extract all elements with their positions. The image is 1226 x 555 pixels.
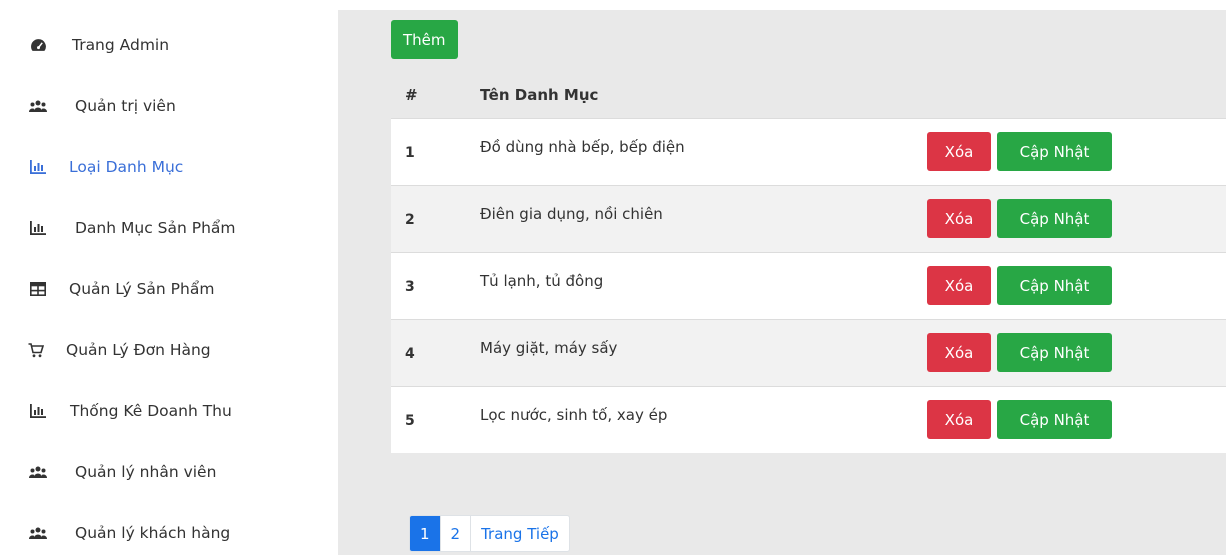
sidebar-item-label: Quản lý khách hàng: [75, 524, 231, 542]
category-name: Điên gia dụng, nồi chiên: [480, 205, 663, 223]
users-icon: [28, 462, 48, 482]
table-row: 5 Lọc nước, sinh tố, xay ép Xóa Cập Nhật: [391, 386, 1226, 453]
page-2-link[interactable]: 2: [441, 516, 472, 551]
update-button[interactable]: Cập Nhật: [997, 132, 1112, 171]
sidebar-item-quan-ly-nhan-vien[interactable]: Quản lý nhân viên: [0, 452, 338, 492]
category-name: Lọc nước, sinh tố, xay ép: [480, 406, 668, 424]
next-page-link[interactable]: Trang Tiếp: [471, 516, 569, 551]
pagination: 1 2 Trang Tiếp: [409, 515, 570, 552]
sidebar-item-thong-ke-doanh-thu[interactable]: Thống Kê Doanh Thu: [0, 391, 338, 431]
sidebar-item-danh-muc-san-pham[interactable]: Danh Mục Sản Phẩm: [0, 208, 338, 248]
sidebar-item-label: Trang Admin: [72, 36, 170, 54]
sidebar-item-label: Quản lý nhân viên: [75, 463, 217, 481]
dashboard-icon: [28, 35, 48, 55]
sidebar-item-trang-admin[interactable]: Trang Admin: [0, 25, 338, 65]
row-number: 5: [405, 412, 415, 429]
delete-button[interactable]: Xóa: [927, 266, 991, 305]
sidebar: Trang Admin Quản trị viên Loại Danh Mục …: [0, 0, 338, 555]
sidebar-item-label: Loại Danh Mục: [69, 158, 184, 176]
update-button[interactable]: Cập Nhật: [997, 400, 1112, 439]
table-row: 4 Máy giặt, máy sấy Xóa Cập Nhật: [391, 319, 1226, 386]
users-icon: [28, 523, 48, 543]
sidebar-item-quan-tri-vien[interactable]: Quản trị viên: [0, 86, 338, 126]
delete-button[interactable]: Xóa: [927, 333, 991, 372]
row-number: 3: [405, 278, 415, 295]
sidebar-item-label: Danh Mục Sản Phẩm: [75, 219, 236, 237]
page-1-link[interactable]: 1: [410, 516, 441, 551]
bar-chart-icon: [28, 218, 48, 238]
bar-chart-icon: [28, 157, 48, 177]
sidebar-item-loai-danh-muc[interactable]: Loại Danh Mục: [0, 147, 338, 187]
category-name: Tủ lạnh, tủ đông: [480, 272, 604, 290]
delete-button[interactable]: Xóa: [927, 132, 991, 171]
update-button[interactable]: Cập Nhật: [997, 199, 1112, 238]
row-number: 4: [405, 345, 415, 362]
delete-button[interactable]: Xóa: [927, 400, 991, 439]
row-number: 1: [405, 144, 415, 161]
cart-icon: [26, 340, 46, 360]
sidebar-item-label: Thống Kê Doanh Thu: [70, 402, 232, 420]
category-name: Đồ dùng nhà bếp, bếp điện: [480, 138, 685, 156]
table-row: 3 Tủ lạnh, tủ đông Xóa Cập Nhật: [391, 252, 1226, 319]
users-icon: [28, 96, 48, 116]
bar-chart-icon: [28, 401, 48, 421]
delete-button[interactable]: Xóa: [927, 199, 991, 238]
update-button[interactable]: Cập Nhật: [997, 266, 1112, 305]
table-row: 1 Đồ dùng nhà bếp, bếp điện Xóa Cập Nhật: [391, 118, 1226, 185]
sidebar-item-label: Quản Lý Sản Phẩm: [69, 280, 215, 298]
row-number: 2: [405, 211, 415, 228]
main-panel: Thêm # Tên Danh Mục 1 Đồ dùng nhà bếp, b…: [338, 10, 1226, 555]
update-button[interactable]: Cập Nhật: [997, 333, 1112, 372]
sidebar-item-quan-ly-khach-hang[interactable]: Quản lý khách hàng: [0, 513, 338, 553]
table-icon: [28, 279, 48, 299]
sidebar-item-quan-ly-san-pham[interactable]: Quản Lý Sản Phẩm: [0, 269, 338, 309]
add-button[interactable]: Thêm: [391, 20, 458, 59]
sidebar-item-quan-ly-don-hang[interactable]: Quản Lý Đơn Hàng: [0, 330, 338, 370]
category-name: Máy giặt, máy sấy: [480, 339, 618, 357]
table-row: 2 Điên gia dụng, nồi chiên Xóa Cập Nhật: [391, 185, 1226, 252]
sidebar-item-label: Quản trị viên: [75, 97, 176, 115]
sidebar-item-label: Quản Lý Đơn Hàng: [66, 341, 211, 359]
